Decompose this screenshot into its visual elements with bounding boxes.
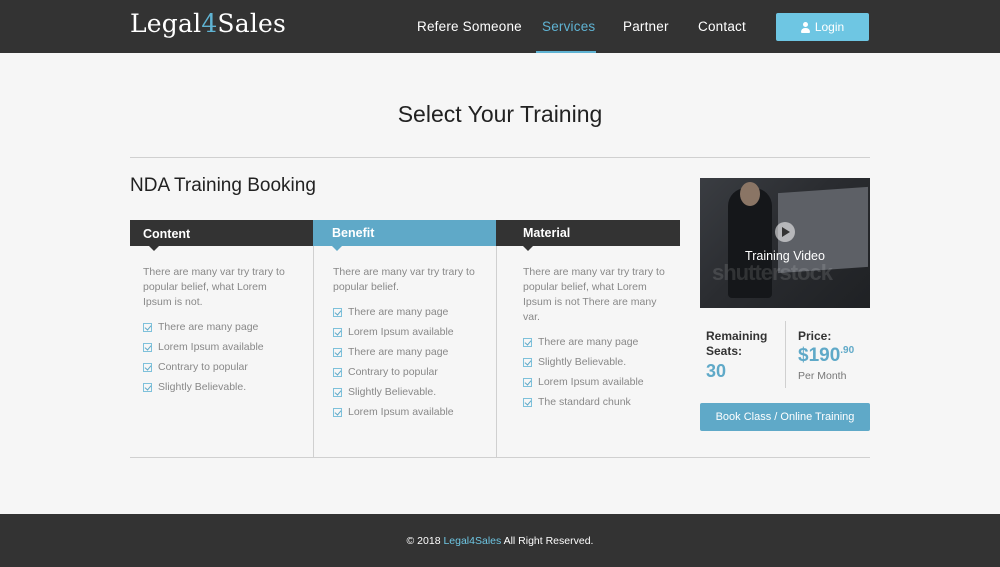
list-item-label: Lorem Ipsum available (538, 376, 644, 388)
video-label: Training Video (745, 249, 825, 263)
top-navbar: Legal4Sales Refere Someone Services Part… (0, 0, 1000, 53)
list-item-label: Contrary to popular (158, 361, 248, 373)
column-list-material: There are many page Slightly Believable.… (523, 335, 644, 415)
list-item-label: Lorem Ipsum available (348, 326, 454, 338)
checkbox-check-icon (333, 328, 342, 337)
list-item-label: Contrary to popular (348, 366, 438, 378)
checkbox-check-icon (143, 343, 152, 352)
list-item-label: There are many page (348, 346, 449, 358)
price-amount: $190 (798, 345, 841, 366)
page-title: Select Your Training (397, 101, 603, 127)
site-logo[interactable]: Legal4Sales (130, 9, 286, 38)
list-item: Slightly Believable. (143, 380, 264, 400)
checkbox-check-icon (333, 368, 342, 377)
checkbox-check-icon (143, 363, 152, 372)
column-heading-label: Material (523, 226, 571, 240)
divider-bottom (130, 457, 870, 458)
footer-copyright: © 2018 (406, 535, 444, 547)
checkbox-check-icon (143, 383, 152, 392)
list-item: Contrary to popular (333, 365, 454, 385)
nav-refer-someone[interactable]: Refere Someone (417, 19, 522, 34)
price-label: Price: (798, 329, 832, 343)
price-cents: .90 (840, 345, 855, 356)
price-value: $190.90 (798, 345, 854, 367)
checkbox-check-icon (333, 388, 342, 397)
list-item: Slightly Believable. (333, 385, 454, 405)
list-item: There are many page (523, 335, 644, 355)
price-period: Per Month (798, 370, 847, 382)
column-list-benefit: There are many page Lorem Ipsum availabl… (333, 305, 454, 425)
column-list-content: There are many page Lorem Ipsum availabl… (143, 320, 264, 400)
presenter-head-image (740, 182, 760, 206)
list-item: There are many page (143, 320, 264, 340)
list-item-label: Slightly Believable. (538, 356, 627, 368)
list-item-label: Slightly Believable. (158, 381, 247, 393)
list-item-label: There are many page (538, 336, 639, 348)
book-class-button[interactable]: Book Class / Online Training (700, 403, 870, 431)
list-item: Contrary to popular (143, 360, 264, 380)
footer-rights: All Right Reserved. (501, 535, 594, 547)
checkbox-check-icon (333, 348, 342, 357)
list-item-label: Slightly Believable. (348, 386, 437, 398)
column-description-benefit: There are many var try trary to popular … (333, 266, 475, 293)
list-item: Lorem Ipsum available (333, 325, 454, 345)
nav-services[interactable]: Services (542, 19, 595, 34)
column-heading-label: Content (143, 227, 191, 241)
nav-contact[interactable]: Contact (698, 19, 746, 34)
checkbox-check-icon (523, 338, 532, 347)
list-item-label: Lorem Ipsum available (348, 406, 454, 418)
booking-title: NDA Training Booking (130, 175, 316, 196)
login-label: Login (814, 20, 845, 34)
list-item: Lorem Ipsum available (143, 340, 264, 360)
play-icon[interactable] (775, 222, 795, 242)
column-header-benefit: Benefit (313, 220, 496, 251)
list-item: There are many page (333, 305, 454, 325)
caret-down-icon (332, 246, 342, 251)
column-description-material: There are many var try trary to popular … (523, 266, 665, 323)
login-button[interactable]: Login (776, 13, 869, 41)
list-item: Lorem Ipsum available (333, 405, 454, 425)
remaining-seats-label: Remaining Seats: (706, 329, 768, 358)
checkbox-check-icon (333, 408, 342, 417)
checkbox-check-icon (523, 358, 532, 367)
column-header-material: Material (496, 220, 680, 251)
column-header-content: Content (130, 220, 313, 251)
user-icon (800, 21, 810, 33)
list-item-label: Lorem Ipsum available (158, 341, 264, 353)
column-divider (313, 246, 314, 457)
checkbox-check-icon (143, 323, 152, 332)
logo-text-number: 4 (201, 9, 218, 38)
seats-price-divider (785, 321, 786, 388)
checkbox-check-icon (333, 308, 342, 317)
nav-active-indicator (536, 51, 596, 53)
nav-partner[interactable]: Partner (623, 19, 669, 34)
column-divider (496, 246, 497, 457)
remaining-seats-value: 30 (706, 361, 727, 381)
divider-top (130, 157, 870, 158)
list-item: The standard chunk (523, 395, 644, 415)
list-item-label: There are many page (158, 321, 259, 333)
caret-down-icon (149, 246, 159, 251)
logo-text-prefix: Legal (130, 9, 202, 38)
logo-text-suffix: Sales (217, 9, 287, 38)
column-heading-label: Benefit (332, 226, 375, 240)
training-video-thumbnail[interactable]: shutterstock (700, 178, 870, 308)
checkbox-check-icon (523, 378, 532, 387)
stock-watermark: shutterstock (712, 260, 833, 285)
list-item: There are many page (333, 345, 454, 365)
list-item-label: There are many page (348, 306, 449, 318)
checkbox-check-icon (523, 398, 532, 407)
list-item-label: The standard chunk (538, 396, 631, 408)
list-item: Slightly Believable. (523, 355, 644, 375)
column-description-content: There are many var try trary to popular … (143, 266, 285, 308)
footer: © 2018 Legal4Sales All Right Reserved. (0, 514, 1000, 567)
caret-down-icon (523, 246, 533, 251)
footer-brand-link[interactable]: Legal4Sales (443, 535, 501, 547)
list-item: Lorem Ipsum available (523, 375, 644, 395)
